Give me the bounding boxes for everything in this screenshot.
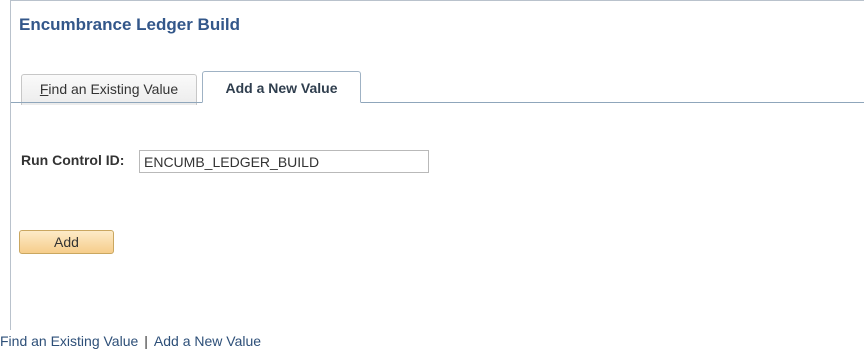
tab-add-new-value[interactable]: Add a New Value <box>202 71 361 103</box>
content-top-border <box>10 0 864 1</box>
page-container: Encumbrance Ledger Build Find an Existin… <box>0 0 864 352</box>
content-left-border <box>10 0 11 330</box>
footer-link-separator: | <box>144 333 148 349</box>
footer-link-add-new-value[interactable]: Add a New Value <box>154 333 261 349</box>
run-control-id-label: Run Control ID: <box>21 152 125 168</box>
tab-find-label: ind an Existing Value <box>48 81 179 97</box>
footer-link-find-existing-value[interactable]: Find an Existing Value <box>0 333 138 349</box>
run-control-id-input[interactable] <box>139 150 429 173</box>
add-button[interactable]: Add <box>19 230 114 254</box>
tab-add-label: Add a New Value <box>225 80 338 96</box>
tab-strip-divider <box>11 102 864 103</box>
tab-find-existing-value[interactable]: Find an Existing Value <box>21 74 197 105</box>
footer-links: Find an Existing Value | Add a New Value <box>0 333 261 349</box>
page-title: Encumbrance Ledger Build <box>19 15 241 34</box>
